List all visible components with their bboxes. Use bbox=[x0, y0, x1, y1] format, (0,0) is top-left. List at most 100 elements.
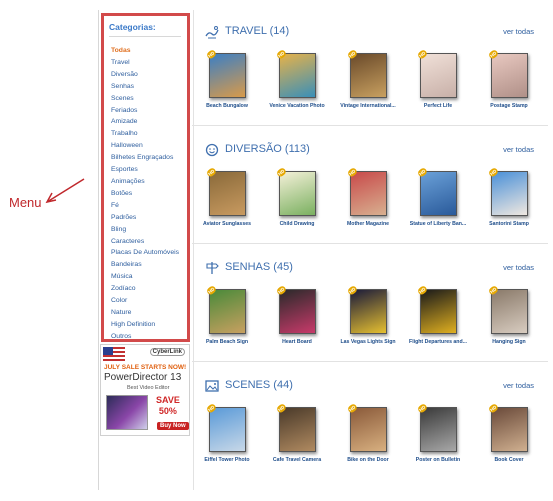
template-tile[interactable]: HD Statue of Liberty Ban... bbox=[403, 167, 473, 227]
signpost-icon bbox=[206, 262, 219, 274]
template-tile[interactable]: HD Las Vegas Lights Sign bbox=[333, 285, 403, 345]
template-caption[interactable]: Book Cover bbox=[474, 457, 544, 463]
menu-item[interactable]: Color bbox=[111, 295, 179, 307]
menu-item[interactable]: Diversão bbox=[111, 69, 179, 81]
menu-item[interactable]: Bandeiras bbox=[111, 259, 179, 271]
product-box-image bbox=[106, 395, 148, 430]
template-caption[interactable]: Bike on the Door bbox=[333, 457, 403, 463]
see-all-link[interactable]: ver todas bbox=[503, 381, 534, 390]
template-thumbnail[interactable]: HD bbox=[346, 403, 387, 452]
template-tile[interactable]: HD Cafe Travel Camera bbox=[262, 403, 332, 463]
menu-item[interactable]: Halloween bbox=[111, 140, 179, 152]
section-senhas: SENHAS (45) ver todas HD Palm Beach Sign H… bbox=[192, 249, 548, 362]
template-caption[interactable]: Las Vegas Lights Sign bbox=[333, 339, 403, 345]
menu-item[interactable]: Outros bbox=[111, 331, 179, 343]
template-caption[interactable]: Mother Magazine bbox=[333, 221, 403, 227]
menu-item[interactable]: Música bbox=[111, 271, 179, 283]
template-thumbnail[interactable]: HD bbox=[346, 49, 387, 98]
template-thumbnail[interactable]: HD bbox=[487, 49, 528, 98]
template-thumbnail[interactable]: HD bbox=[487, 403, 528, 452]
template-tile[interactable]: HD Hanging Sign bbox=[474, 285, 544, 345]
see-all-link[interactable]: ver todas bbox=[503, 145, 534, 154]
menu-item[interactable]: Botões bbox=[111, 188, 179, 200]
template-caption[interactable]: Child Drawing bbox=[262, 221, 332, 227]
template-thumbnail[interactable]: HD bbox=[416, 167, 457, 216]
template-caption[interactable]: Postage Stamp bbox=[474, 103, 544, 109]
template-tile[interactable]: HD Aviator Sunglasses bbox=[192, 167, 262, 227]
template-tile[interactable]: HD Palm Beach Sign bbox=[192, 285, 262, 345]
arrow-icon bbox=[45, 178, 85, 204]
menu-item[interactable]: Todas bbox=[111, 45, 179, 57]
template-caption[interactable]: Statue of Liberty Ban... bbox=[403, 221, 473, 227]
template-caption[interactable]: Heart Board bbox=[262, 339, 332, 345]
template-tile[interactable]: HD Eiffel Tower Photo bbox=[192, 403, 262, 463]
template-tile[interactable]: HD Heart Board bbox=[262, 285, 332, 345]
template-thumbnail[interactable]: HD bbox=[487, 285, 528, 334]
menu-item[interactable]: Zodíaco bbox=[111, 283, 179, 295]
template-caption[interactable]: Palm Beach Sign bbox=[192, 339, 262, 345]
section-scenes: SCENES (44) ver todas HD Eiffel Tower Pho… bbox=[192, 367, 548, 492]
template-tile[interactable]: HD Santorini Stamp bbox=[474, 167, 544, 227]
template-tile[interactable]: HD Beach Bungalow bbox=[192, 49, 262, 109]
template-caption[interactable]: Santorini Stamp bbox=[474, 221, 544, 227]
template-caption[interactable]: Venice Vacation Photo bbox=[262, 103, 332, 109]
template-thumbnail[interactable]: HD bbox=[416, 285, 457, 334]
template-tile[interactable]: HD Book Cover bbox=[474, 403, 544, 463]
menu-item[interactable]: Bilhetes Engraçados bbox=[111, 152, 179, 164]
template-caption[interactable]: Perfect Life bbox=[403, 103, 473, 109]
see-all-link[interactable]: ver todas bbox=[503, 27, 534, 36]
template-tile[interactable]: HD Poster on Bulletin bbox=[403, 403, 473, 463]
menu-item[interactable]: Nature bbox=[111, 307, 179, 319]
menu-item[interactable]: Esportes bbox=[111, 164, 179, 176]
template-caption[interactable]: Beach Bungalow bbox=[192, 103, 262, 109]
template-caption[interactable]: Flight Departures and... bbox=[403, 339, 473, 345]
menu-item[interactable]: Caracteres bbox=[111, 236, 179, 248]
menu-item[interactable]: Travel bbox=[111, 57, 179, 69]
template-tile[interactable]: HD Bike on the Door bbox=[333, 403, 403, 463]
menu-item[interactable]: Fé bbox=[111, 200, 179, 212]
cyberlink-ad-banner[interactable]: CyberLink JULY SALE STARTS NOW! PowerDir… bbox=[100, 344, 190, 436]
see-all-link[interactable]: ver todas bbox=[503, 263, 534, 272]
template-caption[interactable]: Poster on Bulletin bbox=[403, 457, 473, 463]
template-thumbnail[interactable]: HD bbox=[487, 167, 528, 216]
hd-badge-icon: HD bbox=[416, 403, 428, 414]
template-thumbnail[interactable]: HD bbox=[205, 167, 246, 216]
template-thumbnail[interactable]: HD bbox=[205, 49, 246, 98]
menu-item[interactable]: Padrões bbox=[111, 212, 179, 224]
template-caption[interactable]: Cafe Travel Camera bbox=[262, 457, 332, 463]
template-thumbnail[interactable]: HD bbox=[416, 49, 457, 98]
template-caption[interactable]: Vintage International... bbox=[333, 103, 403, 109]
menu-item[interactable]: Feriados bbox=[111, 105, 179, 117]
template-thumbnail[interactable]: HD bbox=[275, 403, 316, 452]
buy-now-button[interactable]: Buy Now bbox=[157, 422, 189, 430]
menu-item[interactable]: Bling bbox=[111, 224, 179, 236]
template-caption[interactable]: Hanging Sign bbox=[474, 339, 544, 345]
template-thumbnail[interactable]: HD bbox=[275, 285, 316, 334]
template-thumbnail[interactable]: HD bbox=[275, 167, 316, 216]
template-tile[interactable]: HD Child Drawing bbox=[262, 167, 332, 227]
template-thumbnail[interactable]: HD bbox=[205, 403, 246, 452]
template-tile[interactable]: HD Vintage International... bbox=[333, 49, 403, 109]
template-thumbnail[interactable]: HD bbox=[346, 167, 387, 216]
template-thumbnail[interactable]: HD bbox=[346, 285, 387, 334]
template-tile[interactable]: HD Postage Stamp bbox=[474, 49, 544, 109]
menu-item[interactable]: Scenes bbox=[111, 93, 179, 105]
hd-badge-icon: HD bbox=[346, 167, 358, 178]
template-tile[interactable]: HD Mother Magazine bbox=[333, 167, 403, 227]
menu-item[interactable]: Animações bbox=[111, 176, 179, 188]
hd-badge-icon: HD bbox=[346, 285, 358, 296]
menu-item[interactable]: Trabalho bbox=[111, 128, 179, 140]
menu-item[interactable]: Placas De Automóveis bbox=[111, 247, 179, 259]
template-tile[interactable]: HD Flight Departures and... bbox=[403, 285, 473, 345]
menu-item[interactable]: High Definition bbox=[111, 319, 179, 331]
template-thumbnail[interactable]: HD bbox=[205, 285, 246, 334]
template-tile[interactable]: HD Venice Vacation Photo bbox=[262, 49, 332, 109]
travel-icon bbox=[205, 26, 219, 39]
template-thumbnail[interactable]: HD bbox=[275, 49, 316, 98]
menu-item[interactable]: Amizade bbox=[111, 116, 179, 128]
template-thumbnail[interactable]: HD bbox=[416, 403, 457, 452]
menu-item[interactable]: Senhas bbox=[111, 81, 179, 93]
template-tile[interactable]: HD Perfect Life bbox=[403, 49, 473, 109]
template-caption[interactable]: Aviator Sunglasses bbox=[192, 221, 262, 227]
template-caption[interactable]: Eiffel Tower Photo bbox=[192, 457, 262, 463]
